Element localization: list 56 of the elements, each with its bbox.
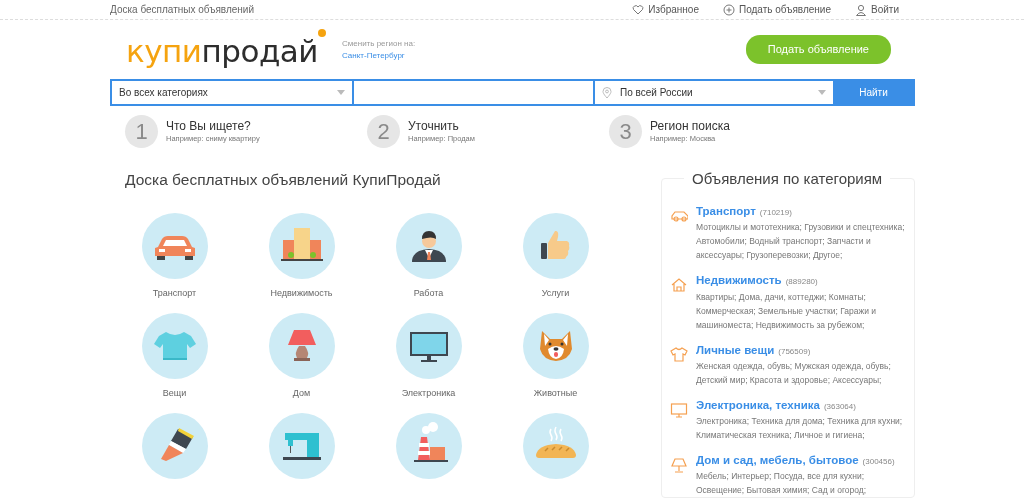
region-label: Сменить регион на: [342,37,416,50]
lamp-icon[interactable] [268,313,335,380]
step-number: 2 [367,115,400,148]
bread-icon[interactable] [522,413,589,480]
businessman-icon[interactable] [395,213,462,280]
ad-count: (363064) [823,400,856,413]
category-link[interactable]: Недвижимость [696,272,782,290]
step-title: Регион поиска [650,118,730,134]
category-link[interactable]: Работа [413,287,444,300]
logo[interactable]: купипродай [126,28,326,71]
car-icon[interactable] [141,213,208,280]
category-link[interactable]: Дом и сад, мебель, бытовое [696,452,859,470]
category-link[interactable]: Дом [292,387,311,400]
top-link[interactable]: Войти [855,2,899,17]
region-link[interactable]: Санкт-Петербург [342,49,416,62]
category-link[interactable]: Услуги [541,287,570,300]
factory-icon[interactable] [395,413,462,480]
monitor-icon [670,401,688,418]
ad-count: (300456) [862,456,895,469]
thumbs-up-icon[interactable] [522,213,589,280]
category-link[interactable]: Вещи [162,387,187,400]
category-link[interactable]: Недвижимость [270,287,333,300]
step-title: Что Вы ищете? [166,118,252,134]
paintbrush-icon[interactable] [141,413,208,480]
section-heading: Доска бесплатных объявлений КупиПродай [125,170,442,190]
subcategory-list: Мебель; Интерьер; Посуда, все для кухни; Освещение; Бытовая химия; Сад и огород; [696,469,908,498]
subcategory-list: Квартиры; Дома, дачи, коттеджи; Комнаты; Коммерческая; Земельные участки; Гаражи и машиноместа; Недвижимость за рубежом; [696,289,908,332]
t-shirt-icon [670,346,688,363]
house-icon [670,277,688,294]
ad-count: (756509) [778,345,811,358]
dog-icon[interactable] [522,313,589,380]
site-title: Доска бесплатных объявлений [110,3,254,17]
category-link[interactable]: Электроника, техника [696,396,820,415]
subcategory-list: Женская одежда, обувь; Мужская одежда, обувь; Детский мир; Красота и здоровье; Аксессуары; [696,358,908,387]
category-link[interactable]: Личные вещи [696,341,775,359]
heart-icon [632,3,645,16]
top-link[interactable]: Избранное [632,2,699,17]
user-icon [855,3,867,16]
ad-count: (710219) [759,207,792,219]
ad-count: (889280) [785,276,818,289]
step-number: 1 [125,115,158,148]
lamp-icon [670,456,688,473]
t-shirt-icon[interactable] [141,313,208,380]
category-link[interactable]: Животные [533,387,578,400]
buildings-icon[interactable] [268,213,335,280]
sewing-machine-icon[interactable] [268,413,335,480]
plus-icon [722,3,735,16]
monitor-icon[interactable] [395,313,462,380]
subcategory-list: Электроника; Техника для дома; Техника для кухни; Климатическая техника; Личное и гигиена; [696,414,908,443]
subcategory-list: Мотоциклы и мототехника; Грузовики и спецтехника; Автомобили; Водный транспорт; Запчасти и аксессуары; Грузоперевозки; Другое; [696,220,908,263]
step-number: 3 [609,115,642,148]
category-link[interactable]: Транспорт [696,203,756,221]
top-link[interactable]: Подать объявление [722,2,831,17]
step-title: Уточнить [408,118,460,134]
category-link[interactable]: Электроника [401,387,456,400]
category-link[interactable]: Транспорт [152,287,197,300]
